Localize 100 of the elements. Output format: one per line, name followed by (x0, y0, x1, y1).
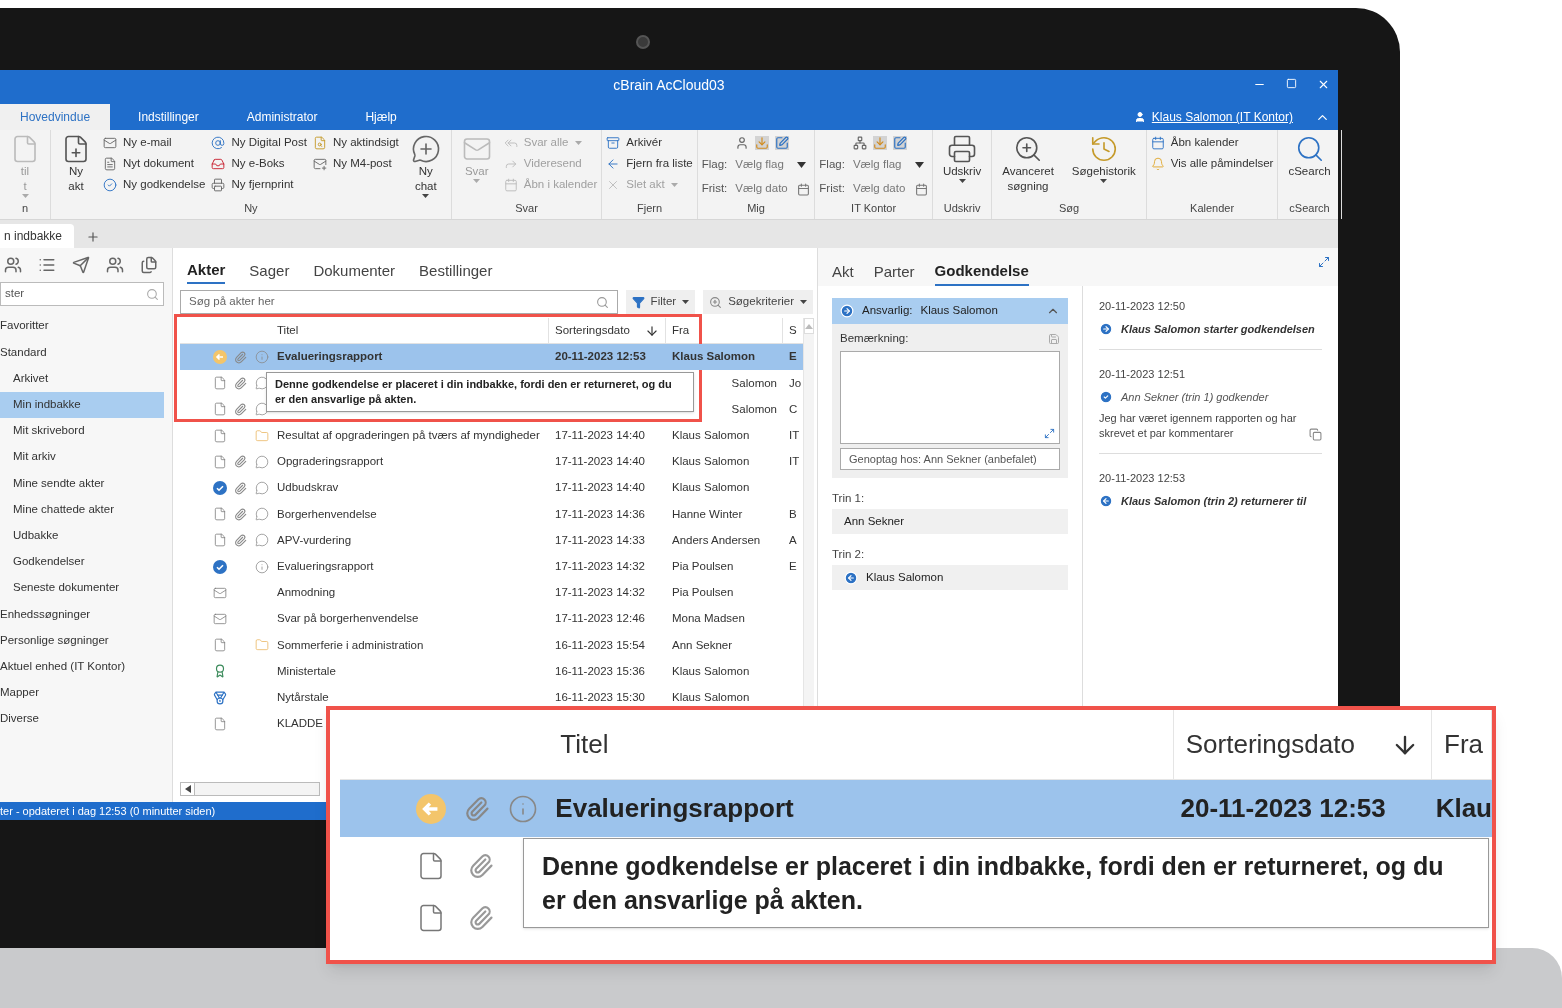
column-header[interactable]: S (783, 318, 803, 343)
menu-tab[interactable]: Administrator (226, 104, 338, 130)
list-tab[interactable]: Sager (249, 258, 290, 284)
table-cell: 16-11-2023 15:54 (555, 638, 645, 651)
download-icon[interactable] (872, 135, 887, 150)
horizontal-scrollbar[interactable] (180, 782, 320, 796)
maximize-icon[interactable] (1286, 78, 1297, 89)
ribbon-large-button[interactable]: Søgehistorik (1065, 130, 1142, 200)
date-picker[interactable]: Vælg dato (852, 180, 907, 198)
list-search-field[interactable]: Søg på akter her (180, 290, 618, 314)
ribbon-large-button[interactable]: Ny chat (404, 130, 447, 200)
ribbon-button[interactable]: Ny Digital Post (211, 134, 307, 152)
expand-icon[interactable] (1044, 428, 1055, 440)
ribbon-button[interactable]: Ny e-Boks (211, 155, 307, 173)
ribbon-button[interactable]: Ny fjernprint (211, 176, 307, 194)
people-icon[interactable] (4, 256, 22, 274)
sidebar-section[interactable]: Favoritter (0, 313, 164, 340)
sidebar-section[interactable]: Enhedssøgninger (0, 601, 164, 628)
ribbon-button[interactable]: Ny godkendelse (103, 176, 206, 194)
caret-icon (574, 141, 582, 145)
sidebar-item[interactable]: Arkivet (0, 365, 164, 392)
column-header[interactable]: Titel (556, 710, 1174, 779)
calendar-icon[interactable] (914, 182, 928, 196)
people-icon[interactable] (106, 256, 124, 274)
expand-icon[interactable] (1318, 256, 1330, 268)
sidebar-item[interactable]: Seneste dokumenter (0, 574, 164, 602)
date-picker[interactable]: Vælg dato (735, 180, 790, 198)
sidebar-section[interactable]: Diverse (0, 705, 164, 732)
table-row[interactable]: Evalueringsrapport 20-11-2023 12:53 Klau (340, 780, 1492, 837)
table-cell: E (789, 559, 797, 572)
paperclip-icon (234, 481, 247, 495)
table-row[interactable]: Evalueringsrapport 20-11-2023 12:53 Klaus Salomon E (180, 344, 803, 371)
column-header[interactable]: Sorteringsdato (1173, 710, 1432, 779)
ribbon-button[interactable]: Vis alle påmindelser (1150, 155, 1274, 173)
paperclip-icon (234, 350, 247, 364)
paperclip-icon (468, 853, 494, 879)
ribbon-button[interactable]: Ny aktindsigt (312, 134, 399, 152)
scroll-left-button[interactable] (181, 783, 195, 795)
ribbon-group-label: Svar (514, 200, 539, 216)
user-link[interactable]: Klaus Salomon (IT Kontor) (1151, 108, 1293, 126)
add-tab-icon[interactable] (86, 230, 101, 244)
sidebar-item[interactable]: Godkendelser (0, 548, 164, 575)
sidebar-section[interactable]: Standard (0, 339, 164, 366)
list-tab[interactable]: Dokumenter (313, 258, 396, 284)
ribbon-large-button[interactable]: Ny akt (55, 130, 97, 200)
search-criteria-button[interactable]: Søgekriterier (703, 290, 813, 314)
user-icon[interactable] (735, 135, 750, 150)
info-icon (255, 559, 269, 574)
responsible-header[interactable]: Ansvarlig: Klaus Salomon (832, 298, 1068, 324)
flag-dropdown[interactable]: Vælg flag (852, 156, 907, 174)
sidebar-search-field[interactable]: ster (0, 282, 164, 306)
documents-icon[interactable] (140, 256, 158, 274)
sidebar-item[interactable]: Mit arkiv (0, 443, 164, 471)
list-tab[interactable]: Akter (187, 258, 226, 284)
column-header[interactable]: Fra (1432, 710, 1492, 779)
calendar-icon[interactable] (797, 182, 811, 196)
ribbon-button[interactable]: Nyt dokument (103, 155, 206, 173)
ribbon-large-button[interactable]: cSearch (1282, 130, 1337, 200)
detail-tab[interactable]: Akt (832, 258, 854, 286)
filter-button[interactable]: Filter (625, 290, 696, 314)
ribbon-group-label: Søg (1057, 200, 1081, 216)
column-header[interactable]: Titel (271, 318, 549, 343)
copy-icon[interactable] (1309, 428, 1322, 441)
download-icon[interactable] (755, 135, 770, 150)
column-header[interactable]: Sorteringsdato (549, 318, 666, 343)
edit-icon[interactable] (892, 135, 907, 150)
list-tab[interactable]: Bestillinger (419, 258, 493, 284)
column-header[interactable]: Fra (666, 318, 783, 343)
ribbon-button[interactable]: Åbn kalender (1150, 134, 1274, 152)
sidebar-section[interactable]: Mapper (0, 679, 164, 706)
sidebar-section[interactable]: Aktuel enhed (IT Kontor) (0, 653, 164, 680)
sidebar-item[interactable]: Min indbakke (0, 391, 164, 418)
edit-icon[interactable] (775, 135, 790, 150)
ribbon-group-label: Udskriv (942, 200, 982, 216)
send-icon[interactable] (72, 256, 90, 274)
table-cell-text: Pia Poulsen (672, 585, 734, 601)
list-icon[interactable] (38, 256, 56, 274)
sidebar-item[interactable]: Mit skrivebord (0, 417, 164, 444)
menu-tab[interactable]: Hjælp (345, 104, 417, 130)
document-tab[interactable]: n indbakke (0, 224, 75, 248)
resume-field[interactable]: Genoptag hos: Ann Sekner (anbefalet) (840, 448, 1060, 471)
remark-textarea[interactable] (840, 351, 1060, 445)
ribbon-button[interactable]: Fjern fra liste (606, 155, 693, 173)
sidebar-section[interactable]: Personlige søgninger (0, 627, 164, 654)
ribbon-button[interactable]: Ny e-mail (103, 134, 206, 152)
close-icon[interactable] (1317, 78, 1330, 91)
ribbon-large-button[interactable]: Avanceret søgning (996, 130, 1060, 200)
menu-tab[interactable]: Indstillinger (118, 104, 219, 130)
flag-dropdown[interactable]: Vælg flag (735, 156, 790, 174)
network-icon[interactable] (852, 135, 867, 150)
forward-icon (503, 157, 518, 171)
menu-tab[interactable]: Hovedvindue (0, 104, 111, 130)
sidebar-item[interactable]: Udbakke (0, 522, 164, 549)
ribbon-button[interactable]: Ny M4-post (312, 155, 399, 173)
ribbon-button[interactable]: Arkivér (606, 134, 693, 152)
detail-tab[interactable]: Parter (873, 258, 915, 286)
sidebar-item[interactable]: Mine chattede akter (0, 496, 164, 523)
history-text: Klaus Salomon (trin 2) returnerer til (1121, 493, 1307, 509)
sidebar-item[interactable]: Mine sendte akter (0, 470, 164, 497)
ribbon-large-button[interactable]: Udskriv (936, 130, 988, 200)
